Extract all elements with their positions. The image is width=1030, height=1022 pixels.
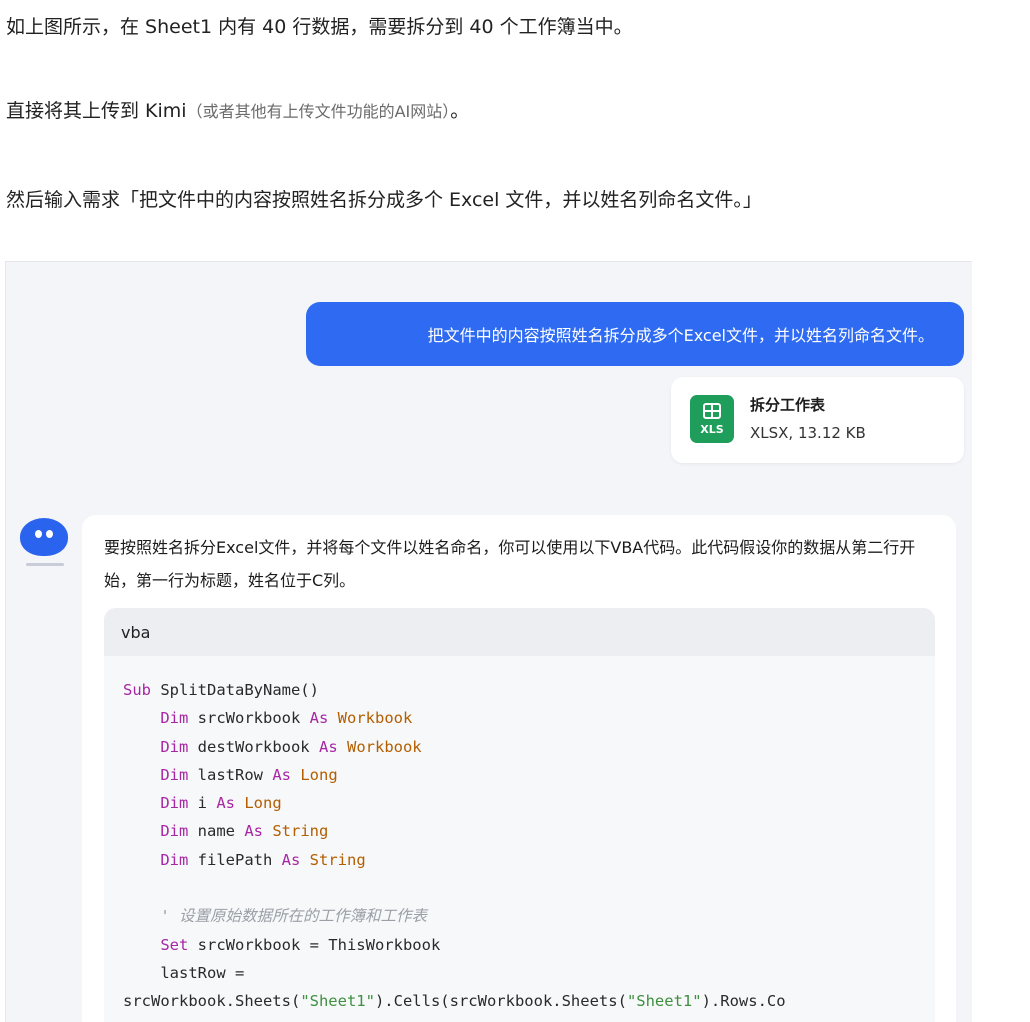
paragraph-2-note: （或者其他有上传文件功能的AI网站） (186, 102, 451, 121)
code-line: Dim srcWorkbook As Workbook (123, 704, 935, 732)
code-token: As (281, 850, 301, 869)
code-line: Dim lastRow As Long (123, 761, 935, 789)
code-line: ' 设置原始数据所在的工作簿和工作表 (123, 902, 935, 930)
code-token: "Sheet1" (300, 992, 375, 1011)
paragraph-2-end: 。 (450, 100, 470, 122)
bot-eye-right (46, 530, 53, 538)
bot-reply-text: 要按照姓名拆分Excel文件，并将每个文件以姓名命名，你可以使用以下VBA代码。… (104, 538, 916, 590)
code-token: Dim (160, 850, 189, 869)
article-paragraph-2: 直接将其上传到 Kimi（或者其他有上传文件功能的AI网站）。 (6, 96, 469, 123)
code-token: As (318, 737, 338, 756)
code-token: srcWorkbook.Sheets( (123, 992, 301, 1011)
code-block: vba Sub SplitDataByName() Dim srcWorkboo… (104, 608, 935, 1022)
article-paragraph-3: 然后输入需求「把文件中的内容按照姓名拆分成多个 Excel 文件，并以姓名列命名… (6, 189, 762, 211)
file-type-badge: XLS (700, 423, 724, 436)
code-token: ' 设置原始数据所在的工作簿和工作表 (160, 907, 427, 926)
code-token: As (244, 822, 263, 841)
code-language-label: vba (104, 608, 935, 656)
file-name: 拆分工作表 (750, 396, 826, 414)
paragraph-2-main: 直接将其上传到 Kimi (6, 100, 187, 122)
code-token: SplitDataByName() (151, 681, 319, 699)
code-line: Set srcWorkbook = ThisWorkbook (123, 931, 935, 959)
code-line: Dim name As String (123, 817, 935, 845)
code-token: srcWorkbook = ThisWorkbook (188, 935, 441, 954)
code-token: Dim (160, 737, 189, 756)
code-token: Dim (160, 765, 189, 784)
code-token: String (300, 850, 366, 869)
kimi-bot-icon (20, 518, 68, 556)
code-token: As (216, 794, 235, 813)
code-token: As (309, 709, 329, 728)
bot-reply-card: 要按照姓名拆分Excel文件，并将每个文件以姓名命名，你可以使用以下VBA代码。… (82, 515, 956, 1022)
grid-glyph (703, 403, 721, 419)
code-line: lastRow = (123, 959, 935, 987)
bot-eye-left (35, 530, 42, 538)
code-token: srcWorkbook (188, 709, 310, 728)
attached-file-card[interactable]: XLS 拆分工作表 XLSX, 13.12 KB (671, 377, 964, 463)
code-token: As (272, 765, 291, 784)
code-line: Dim filePath As String (123, 846, 935, 874)
code-token: Long (291, 765, 338, 784)
code-token: ).Rows.Co (701, 992, 786, 1011)
code-token: lastRow = (123, 963, 245, 982)
code-line: Dim i As Long (123, 789, 935, 817)
code-token: Workbook (328, 709, 413, 728)
chat-screenshot: 把文件中的内容按照姓名拆分成多个Excel文件，并以姓名列命名文件。 XLS 拆… (5, 261, 972, 1022)
code-token: Sub (123, 681, 151, 699)
code-token: Set (160, 935, 189, 954)
user-message-text: 把文件中的内容按照姓名拆分成多个Excel文件，并以姓名列命名文件。 (427, 326, 934, 345)
user-message-bubble: 把文件中的内容按照姓名拆分成多个Excel文件，并以姓名列命名文件。 (306, 302, 964, 366)
code-token: Long (235, 794, 282, 813)
code-token: Dim (160, 709, 189, 728)
avatar-shadow (26, 563, 64, 566)
code-token: "Sheet1" (626, 992, 702, 1011)
code-line: srcWorkbook.Sheets("Sheet1").Cells(srcWo… (123, 987, 935, 1015)
code-token: lastRow (188, 765, 273, 784)
file-meta: XLSX, 13.12 KB (750, 424, 866, 442)
code-content[interactable]: Sub SplitDataByName() Dim srcWorkbook As… (104, 656, 935, 1016)
article-paragraph-1: 如上图所示，在 Sheet1 内有 40 行数据，需要拆分到 40 个工作簿当中… (6, 16, 633, 38)
code-line: Sub SplitDataByName() (123, 676, 935, 704)
code-line: Dim destWorkbook As Workbook (123, 733, 935, 761)
code-token: String (263, 822, 329, 841)
code-token: ).Cells(srcWorkbook.Sheets( (374, 992, 627, 1011)
code-token: i (188, 794, 217, 813)
code-token: Dim (160, 794, 189, 813)
code-token: filePath (188, 850, 282, 869)
code-token: Dim (160, 822, 189, 841)
spreadsheet-icon: XLS (690, 395, 734, 443)
code-token: name (188, 822, 245, 841)
code-token: Workbook (337, 737, 422, 756)
code-token: destWorkbook (188, 737, 319, 756)
